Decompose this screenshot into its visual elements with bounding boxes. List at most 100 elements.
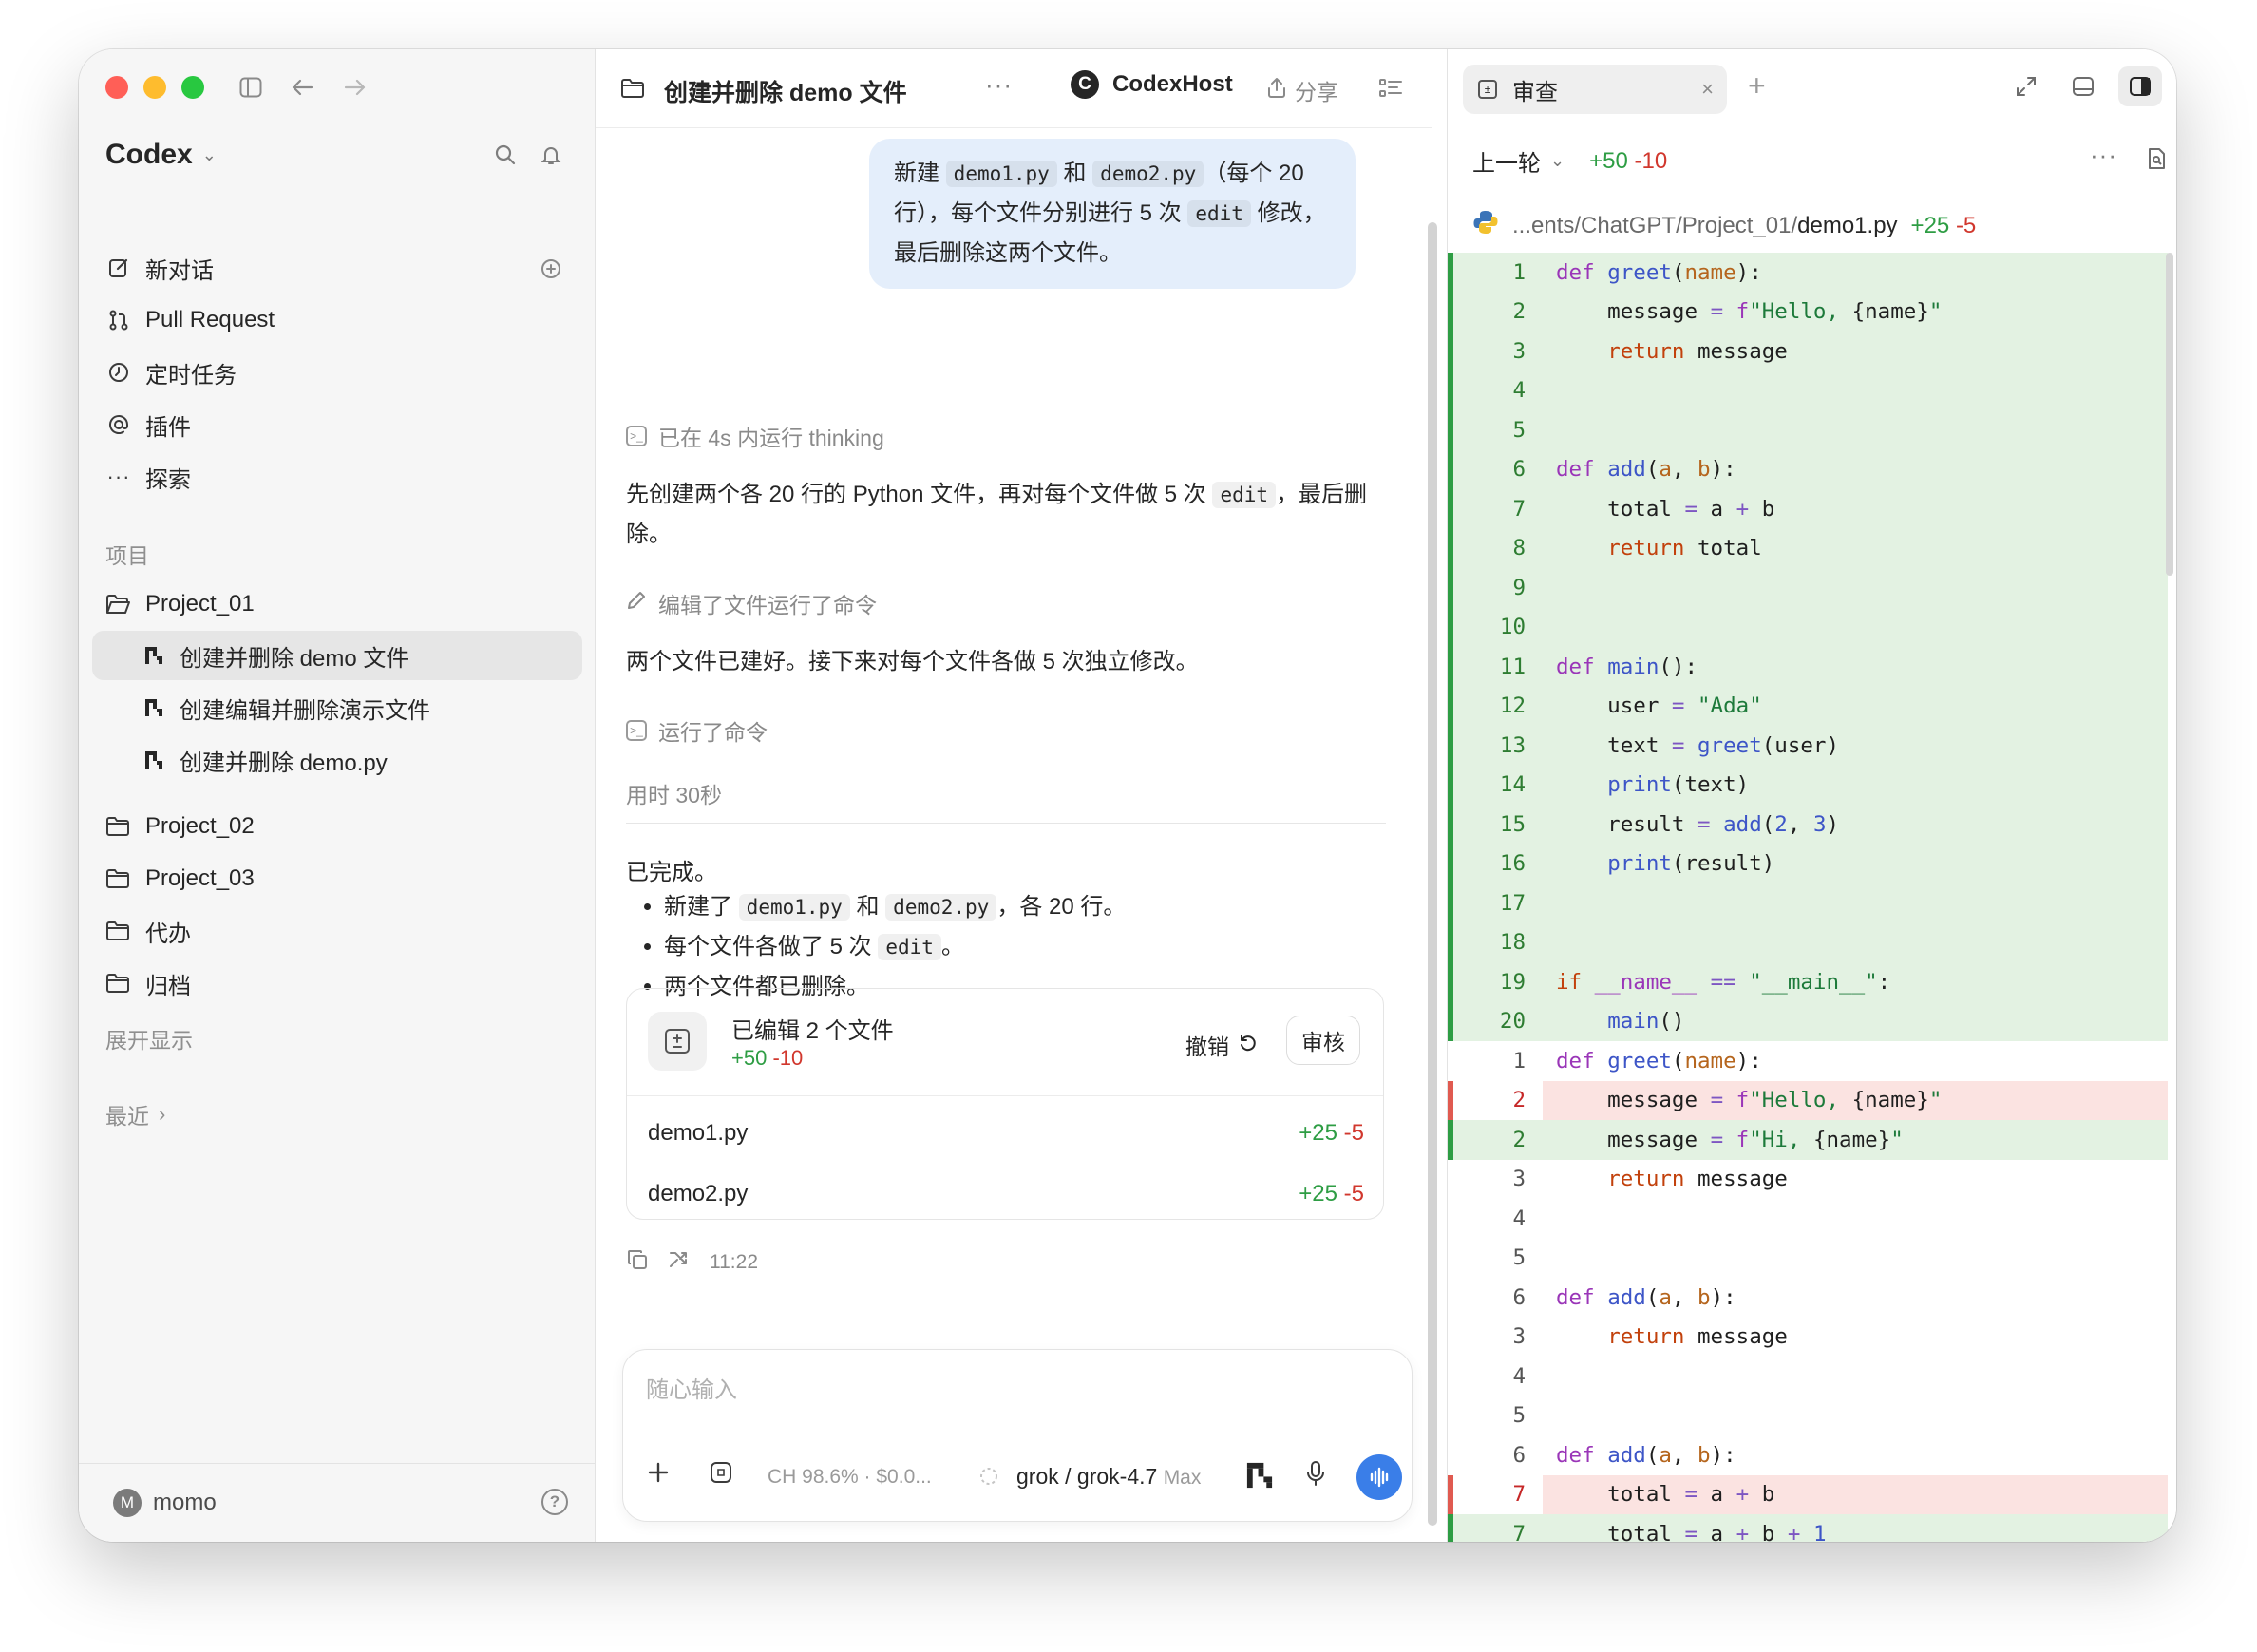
undo-button[interactable]: 撤销 — [1185, 1029, 1258, 1061]
search-icon[interactable] — [491, 141, 520, 169]
username[interactable]: momo — [153, 1490, 217, 1516]
code-line[interactable]: 2 message = f"Hello, {name}" — [1448, 292, 2168, 332]
toggle-sidebar-icon[interactable] — [237, 74, 265, 101]
code-line[interactable]: 4 — [1448, 370, 2168, 410]
diff-file-header[interactable]: ...ents/ChatGPT/Project_01/demo1.py +25 … — [1472, 209, 1976, 242]
host-selector[interactable]: C CodexHost — [1071, 70, 1233, 99]
code-line[interactable]: 6 def add(a, b): — [1448, 449, 2168, 489]
checklist-icon[interactable] — [1376, 74, 1405, 103]
app-brand-menu[interactable]: Codex ⌄ — [105, 139, 217, 171]
command-key-icon[interactable] — [709, 1460, 733, 1485]
code-line-added[interactable]: 2 message = f"Hi, {name}" — [1448, 1120, 2168, 1160]
back-arrow-icon[interactable] — [288, 74, 316, 101]
code-line[interactable]: 8 return total — [1448, 528, 2168, 568]
close-window-button[interactable] — [105, 76, 128, 99]
nav-pull-request[interactable]: Pull Request — [105, 299, 275, 341]
help-icon[interactable]: ? — [541, 1489, 568, 1515]
thread-title: 创建编辑并删除演示文件 — [180, 697, 430, 724]
code-line[interactable]: 5 — [1448, 1239, 2168, 1279]
avatar[interactable]: M — [113, 1489, 142, 1517]
code-line[interactable]: 7 total = a + b — [1448, 489, 2168, 529]
add-circle-icon[interactable] — [537, 255, 565, 283]
chat-scrollbar[interactable] — [1428, 222, 1437, 1526]
code-line-added[interactable]: 7 total = a + b + 1 — [1448, 1514, 2168, 1542]
nav-new-chat[interactable]: 新对话 — [105, 247, 214, 289]
code-line[interactable]: 12 user = "Ada" — [1448, 686, 2168, 726]
forward-arrow-icon[interactable] — [341, 74, 370, 101]
project-item-archive[interactable]: 归档 — [105, 962, 191, 1004]
voice-send-button[interactable] — [1356, 1454, 1402, 1500]
inline-code: demo2.py — [885, 894, 997, 921]
nav-plugins[interactable]: 插件 — [105, 404, 191, 446]
agent-mode-icon[interactable] — [1244, 1460, 1275, 1491]
thinking-step[interactable]: >_ 已在 4s 内运行 thinking — [626, 420, 884, 452]
code-line[interactable]: 6 def add(a, b): — [1448, 1435, 2168, 1475]
thread-item[interactable]: 创建编辑并删除演示文件 — [92, 683, 582, 732]
code-line[interactable]: 4 — [1448, 1357, 2168, 1396]
usage-indicator[interactable]: CH 98.6% · $0.0... — [768, 1466, 932, 1489]
audio-wave-icon — [1370, 1467, 1389, 1488]
code-line[interactable]: 13 text = greet(user) — [1448, 726, 2168, 766]
code-line[interactable]: 16 print(result) — [1448, 844, 2168, 883]
tab-review[interactable]: ± 审查 × — [1463, 65, 1727, 114]
review-button[interactable]: 审核 — [1286, 1016, 1360, 1065]
project-item-03[interactable]: Project_03 — [105, 858, 255, 900]
copy-icon[interactable] — [626, 1248, 649, 1277]
model-selector[interactable]: grok / grok-4.7 Max — [1016, 1464, 1201, 1490]
code-line[interactable]: 1 def greet(name): — [1448, 253, 2168, 293]
round-selector[interactable]: 上一轮 ⌄ +50 -10 — [1472, 144, 1667, 178]
nav-explore[interactable]: ··· 探索 — [105, 456, 192, 498]
code-line[interactable]: 17 — [1448, 883, 2168, 923]
edited-file-row[interactable]: demo1.py +25 -5 — [648, 1120, 1364, 1147]
review-scrollbar[interactable] — [2166, 253, 2173, 576]
more-options-icon[interactable]: ··· — [985, 70, 1013, 100]
fork-icon[interactable] — [668, 1248, 691, 1277]
recent-section-toggle[interactable]: 最近 › — [105, 1098, 165, 1130]
code-line[interactable]: 10 — [1448, 607, 2168, 647]
divider — [626, 823, 1386, 824]
project-item-02[interactable]: Project_02 — [105, 806, 255, 847]
code-line[interactable]: 5 — [1448, 410, 2168, 450]
clock-icon — [105, 359, 132, 386]
expand-more-link[interactable]: 展开显示 — [105, 1022, 193, 1054]
zoom-window-button[interactable] — [181, 76, 204, 99]
bottom-panel-icon[interactable] — [2069, 72, 2097, 101]
code-line[interactable]: 20 main() — [1448, 1001, 2168, 1041]
thread-item[interactable]: 创建并删除 demo.py — [92, 735, 582, 785]
code-line[interactable]: 3 return message — [1448, 1318, 2168, 1358]
edit-step[interactable]: 编辑了文件运行了命令 — [626, 587, 877, 619]
composer: CH 98.6% · $0.0... grok / grok-4.7 Max — [622, 1349, 1413, 1522]
nav-scheduled-tasks[interactable]: 定时任务 — [105, 351, 237, 393]
command-step[interactable]: >_ 运行了命令 — [626, 714, 768, 747]
code-line[interactable]: 14 print(text) — [1448, 765, 2168, 805]
code-line[interactable]: 11 def main(): — [1448, 647, 2168, 687]
code-line[interactable]: 15 result = add(2, 3) — [1448, 805, 2168, 845]
code-line[interactable]: 19 if __name__ == "__main__": — [1448, 962, 2168, 1002]
code-line[interactable]: 3 return message — [1448, 332, 2168, 371]
code-line-removed[interactable]: 2 message = f"Hello, {name}" — [1448, 1080, 2168, 1120]
code-line[interactable]: 6 def add(a, b): — [1448, 1278, 2168, 1318]
edited-file-row[interactable]: demo2.py +25 -5 — [648, 1181, 1364, 1207]
code-line[interactable]: 3 return message — [1448, 1160, 2168, 1200]
code-line[interactable]: 9 — [1448, 568, 2168, 608]
code-line[interactable]: 1 def greet(name): — [1448, 1041, 2168, 1081]
project-item-01[interactable]: Project_01 — [105, 583, 255, 625]
file-search-icon[interactable] — [2143, 144, 2172, 173]
code-line[interactable]: 18 — [1448, 922, 2168, 962]
share-button[interactable]: 分享 — [1266, 74, 1338, 106]
code-line-removed[interactable]: 7 total = a + b — [1448, 1474, 2168, 1514]
expand-icon[interactable] — [2012, 72, 2040, 101]
add-attachment-icon[interactable] — [646, 1460, 671, 1485]
thread-item-active[interactable]: 创建并删除 demo 文件 — [92, 631, 582, 680]
code-line[interactable]: 4 — [1448, 1199, 2168, 1239]
message-input[interactable] — [644, 1377, 1389, 1405]
microphone-icon[interactable] — [1305, 1460, 1326, 1487]
close-tab-icon[interactable]: × — [1701, 77, 1714, 102]
more-options-icon[interactable]: ··· — [2090, 141, 2117, 170]
minimize-window-button[interactable] — [143, 76, 166, 99]
right-panel-icon[interactable] — [2118, 66, 2162, 106]
code-line[interactable]: 5 — [1448, 1396, 2168, 1436]
bell-icon[interactable] — [537, 141, 565, 169]
project-item-todo[interactable]: 代办 — [105, 910, 191, 952]
add-tab-icon[interactable]: + — [1748, 68, 1766, 104]
